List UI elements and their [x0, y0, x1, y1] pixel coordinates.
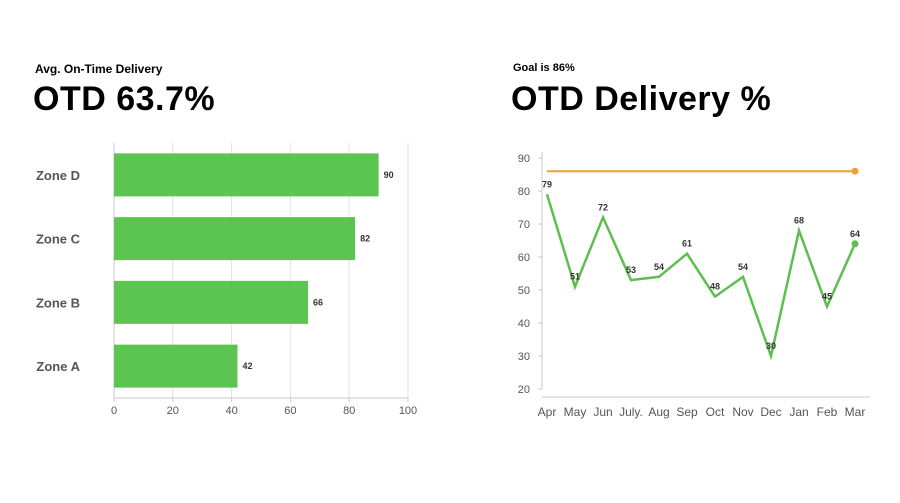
otd-line: [545, 193, 857, 361]
bar-value-label: 90: [384, 170, 394, 180]
bar: [114, 217, 356, 261]
point-value-label: 48: [710, 282, 720, 292]
point-value-label: 53: [626, 265, 636, 275]
otd-last-point: [851, 240, 859, 248]
x-tick-label: 100: [399, 405, 417, 417]
left-panel: Avg. On-Time Delivery OTD 63.7% 0 20 40 60 8…: [0, 0, 450, 503]
bar: [114, 344, 238, 388]
month-label: Oct: [706, 405, 725, 419]
point-value-label: 68: [794, 216, 804, 226]
bar-value-label: 82: [360, 234, 370, 244]
y-tick-label: 50: [518, 285, 530, 297]
point-value-label: 30: [766, 341, 776, 351]
category-label: Zone C: [36, 232, 81, 247]
point-value-label: 45: [822, 292, 832, 302]
category-label: Zone A: [36, 359, 80, 374]
month-label: May: [564, 405, 587, 419]
x-tick-label: 60: [284, 405, 296, 417]
month-label: July.: [619, 405, 643, 419]
bar: [114, 153, 379, 197]
y-tick-label: 90: [518, 153, 530, 165]
month-label: Apr: [538, 405, 557, 419]
point-value-label: 51: [570, 272, 580, 282]
category-label: Zone D: [36, 168, 80, 183]
bar: [114, 280, 309, 324]
point-value-label: 54: [738, 262, 748, 272]
bar-value-label: 66: [313, 297, 323, 307]
category-label: Zone B: [36, 295, 80, 310]
bar-chart: 0 20 40 60 80 100 90 Zone D 82 Zone C 66 Zone B 42 Zo…: [36, 143, 417, 417]
x-tick-label: 20: [167, 405, 179, 417]
point-value-label: 79: [542, 179, 552, 189]
month-label: Sep: [676, 405, 698, 419]
y-tick-label: 60: [518, 252, 530, 264]
bar-value-label: 42: [242, 361, 252, 371]
x-tick-label: 80: [343, 405, 355, 417]
line-chart: 20 30 40 50 60 70 80 90 Apr May Jun July. Aug Sep Oct N…: [518, 152, 870, 419]
month-label: Feb: [817, 405, 838, 419]
point-value-label: 54: [654, 262, 664, 272]
y-tick-label: 80: [518, 186, 530, 198]
x-tick-label: 0: [111, 405, 117, 417]
point-value-label: 64: [850, 229, 860, 239]
y-tick-label: 40: [518, 318, 530, 330]
month-label: Jun: [593, 405, 612, 419]
month-label: Jan: [789, 405, 808, 419]
right-panel: Goal is 86% OTD Delivery % 20 30 40 50 60 70 8…: [450, 0, 900, 503]
point-value-label: 61: [682, 239, 692, 249]
month-label: Aug: [648, 405, 669, 419]
month-label: Nov: [732, 405, 753, 419]
goal-line-end-point: [851, 167, 859, 175]
point-value-label: 72: [598, 202, 608, 212]
y-tick-label: 30: [518, 351, 530, 363]
month-label: Dec: [760, 405, 781, 419]
x-tick-label: 40: [225, 405, 237, 417]
month-label: Mar: [845, 405, 866, 419]
y-tick-label: 20: [518, 384, 530, 396]
y-tick-label: 70: [518, 219, 530, 231]
